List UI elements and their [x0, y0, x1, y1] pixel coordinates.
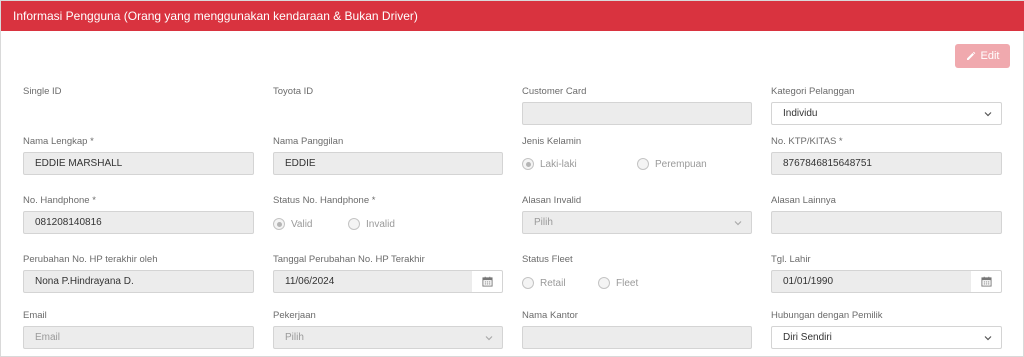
nama-panggilan-field[interactable]: EDDIE — [273, 152, 503, 175]
radio-valid[interactable]: Valid — [273, 218, 313, 230]
pencil-icon — [966, 51, 975, 60]
panel-header: Informasi Pengguna (Orang yang menggunak… — [1, 1, 1024, 31]
perubahan-hp-label: Perubahan No. HP terakhir oleh — [23, 254, 158, 265]
nama-panggilan-label: Nama Panggilan — [273, 136, 344, 147]
chevron-down-icon — [734, 221, 742, 226]
email-label: Email — [23, 310, 47, 321]
edit-button-label: Edit — [980, 50, 1000, 62]
kategori-pelanggan-value: Individu — [783, 108, 818, 119]
radio-dot — [522, 158, 534, 170]
radio-dot — [273, 218, 285, 230]
radio-retail-label: Retail — [540, 277, 566, 289]
hubungan-label: Hubungan dengan Pemilik — [771, 310, 883, 321]
kategori-pelanggan-label: Kategori Pelanggan — [771, 86, 855, 97]
chevron-down-icon — [984, 112, 992, 117]
pekerjaan-value: Pilih — [285, 332, 304, 343]
alasan-invalid-select[interactable]: Pilih — [522, 211, 752, 234]
radio-dot — [348, 218, 360, 230]
alasan-lainnya-label: Alasan Lainnya — [771, 195, 836, 206]
radio-perempuan[interactable]: Perempuan — [637, 158, 707, 170]
calendar-icon — [481, 276, 493, 287]
hubungan-select[interactable]: Diri Sendiri — [771, 326, 1002, 349]
nama-lengkap-label: Nama Lengkap * — [23, 136, 94, 147]
radio-invalid-label: Invalid — [366, 218, 395, 230]
nama-lengkap-field[interactable]: EDDIE MARSHALL — [23, 152, 254, 175]
tanggal-perubahan-field[interactable]: 11/06/2024 — [273, 270, 473, 293]
radio-dot — [522, 277, 534, 289]
tgl-lahir-label: Tgl. Lahir — [771, 254, 811, 265]
edit-button[interactable]: Edit — [955, 44, 1010, 68]
perubahan-hp-field[interactable]: Nona P.Hindrayana D. — [23, 270, 254, 293]
chevron-down-icon — [485, 336, 493, 341]
email-field[interactable]: Email — [23, 326, 254, 349]
kategori-pelanggan-select[interactable]: Individu — [771, 102, 1002, 125]
toyota-id-label: Toyota ID — [273, 86, 314, 97]
handphone-field[interactable]: 081208140816 — [23, 211, 254, 234]
ktp-label: No. KTP/KITAS * — [771, 136, 843, 147]
user-info-panel: Informasi Pengguna (Orang yang menggunak… — [0, 0, 1024, 357]
radio-valid-label: Valid — [291, 218, 313, 230]
chevron-down-icon — [984, 336, 992, 341]
tanggal-calendar-button[interactable] — [472, 270, 503, 293]
radio-laki-laki[interactable]: Laki-laki — [522, 158, 577, 170]
pekerjaan-label: Pekerjaan — [273, 310, 316, 321]
radio-laki-laki-label: Laki-laki — [540, 158, 577, 170]
pekerjaan-select[interactable]: Pilih — [273, 326, 503, 349]
status-handphone-label: Status No. Handphone * — [273, 195, 376, 206]
customer-card-label: Customer Card — [522, 86, 587, 97]
handphone-label: No. Handphone * — [23, 195, 96, 206]
nama-kantor-label: Nama Kantor — [522, 310, 578, 321]
single-id-label: Single ID — [23, 86, 62, 97]
customer-card-field[interactable] — [522, 102, 752, 125]
alasan-invalid-label: Alasan Invalid — [522, 195, 582, 206]
ktp-field[interactable]: 8767846815648751 — [771, 152, 1002, 175]
radio-perempuan-label: Perempuan — [655, 158, 707, 170]
radio-invalid[interactable]: Invalid — [348, 218, 395, 230]
alasan-invalid-value: Pilih — [534, 217, 553, 228]
radio-dot — [598, 277, 610, 289]
alasan-lainnya-field[interactable] — [771, 211, 1002, 234]
radio-retail[interactable]: Retail — [522, 277, 566, 289]
tanggal-perubahan-label: Tanggal Perubahan No. HP Terakhir — [273, 254, 425, 265]
status-fleet-label: Status Fleet — [522, 254, 573, 265]
nama-kantor-field[interactable] — [522, 326, 752, 349]
radio-fleet-label: Fleet — [616, 277, 639, 289]
radio-dot — [637, 158, 649, 170]
tgl-lahir-calendar-button[interactable] — [971, 270, 1002, 293]
tgl-lahir-field[interactable]: 01/01/1990 — [771, 270, 972, 293]
hubungan-value: Diri Sendiri — [783, 332, 832, 343]
jenis-kelamin-label: Jenis Kelamin — [522, 136, 582, 147]
calendar-icon — [980, 276, 992, 287]
radio-fleet[interactable]: Fleet — [598, 277, 638, 289]
